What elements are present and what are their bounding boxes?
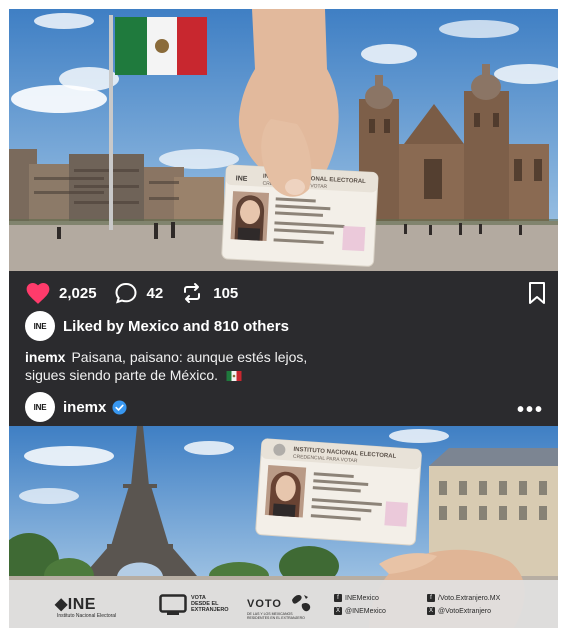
fb-ine-link[interactable]: f INEMexico (334, 594, 379, 602)
facebook-icon: f (427, 594, 435, 602)
x-ine-link[interactable]: X @INEMexico (334, 607, 386, 615)
bookmark-icon[interactable] (527, 281, 547, 305)
vote-abroad-line-3: EXTRANJERO (191, 607, 229, 613)
avatar-logo-text: INE (33, 402, 47, 412)
footer-bar: ◆INE Instituto Nacional Electoral VOTA D… (9, 580, 558, 628)
username[interactable]: inemx (63, 399, 106, 416)
x-ine-text: @INEMexico (345, 607, 386, 615)
heart-icon[interactable] (25, 281, 51, 305)
repost-count: 105 (213, 284, 239, 302)
caption-username[interactable]: inemx (25, 349, 65, 365)
more-icon[interactable]: ••• (517, 399, 544, 422)
repost-icon[interactable] (179, 281, 205, 305)
post-panel: 2,025 42 105 INE Liked by Mexico and 810… (9, 271, 558, 426)
liked-by-row: INE Liked by Mexico and 810 others (25, 311, 289, 341)
like-count: 2,025 (59, 284, 97, 302)
top-photo: INSTITUTO NACIONAL ELECTORAL CREDENCIAL … (9, 9, 558, 271)
liked-by-avatar[interactable]: INE (25, 311, 55, 341)
caption: inemx Paisana, paisano: aunque estés lejo… (25, 348, 455, 384)
mexico-flag-icon (226, 371, 242, 382)
avatar-logo-text: INE (33, 321, 47, 331)
zocalo-scene: INSTITUTO NACIONAL ELECTORAL CREDENCIAL … (9, 9, 558, 271)
voto-logo: VOTO (247, 598, 282, 610)
facebook-icon: f (334, 594, 342, 602)
card-ine-mark: INE (236, 175, 248, 183)
vote-abroad-icon (159, 594, 187, 615)
user-avatar[interactable]: INE (25, 392, 55, 422)
fb-voto-link[interactable]: f /Voto.Extranjero.MX (427, 594, 500, 602)
user-row: INE inemx (25, 392, 127, 422)
comment-icon[interactable] (113, 281, 139, 305)
verified-icon (112, 399, 127, 415)
comment-count: 42 (146, 284, 164, 302)
x-voto-text: @VotoExtranjero (438, 607, 492, 615)
vote-abroad-text: VOTA DESDE EL EXTRANJERO (191, 595, 229, 613)
fb-ine-text: INEMexico (345, 594, 379, 602)
fb-voto-text: /Voto.Extranjero.MX (438, 594, 501, 602)
caption-line-2: sigues siendo parte de México. (25, 367, 218, 383)
x-voto-link[interactable]: X @VotoExtranjero (427, 607, 491, 615)
world-icon (292, 595, 311, 612)
caption-line-1: Paisana, paisano: aunque estés lejos, (71, 349, 308, 365)
x-icon: X (334, 607, 342, 615)
ine-logo: ◆INE (55, 596, 96, 613)
ine-logo-subtitle: Instituto Nacional Electoral (57, 613, 117, 619)
action-row: 2,025 42 105 (25, 281, 254, 305)
x-icon: X (427, 607, 435, 615)
liked-by-text[interactable]: Liked by Mexico and 810 others (63, 318, 289, 335)
